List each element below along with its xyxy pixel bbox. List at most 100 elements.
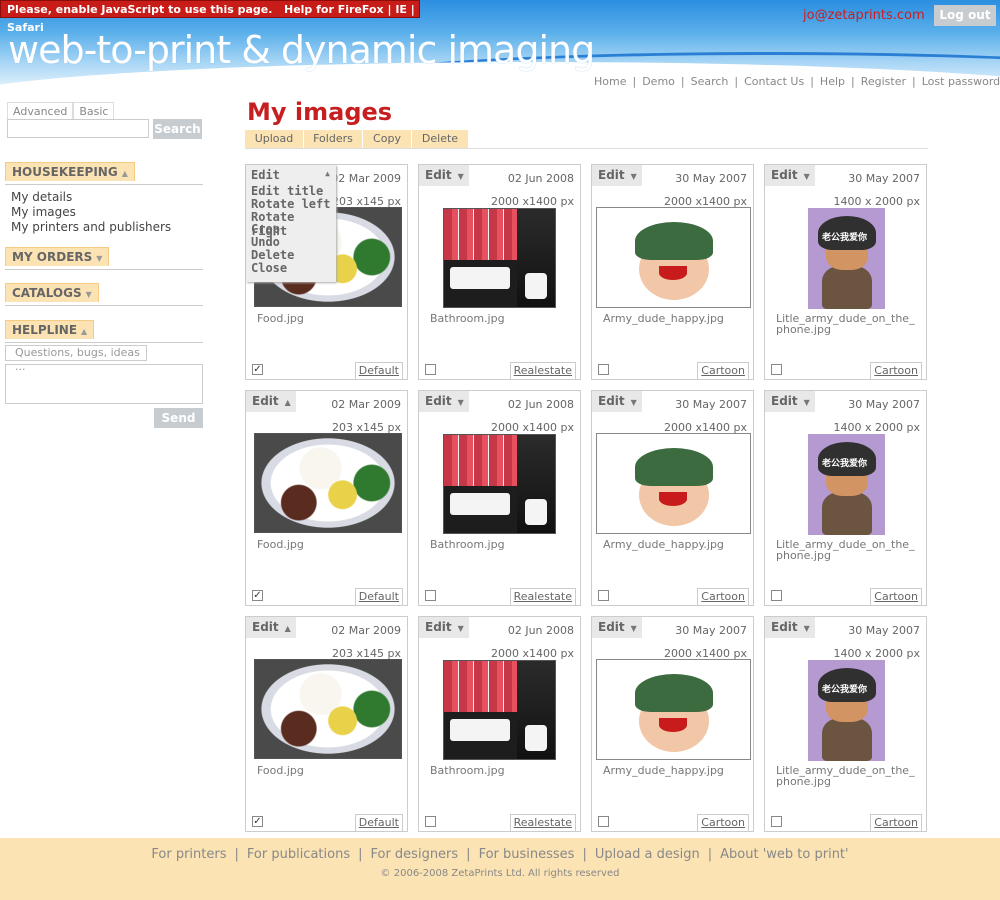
menu-close[interactable]: Close [251,261,287,275]
footer-link-for-designers[interactable]: For designers [370,847,458,862]
section-header-helpline[interactable]: HELPLINE ▲ [5,320,95,339]
edit-button[interactable]: Edit ▼ [765,617,815,638]
image-category-link[interactable]: Cartoon [697,362,749,380]
image-thumbnail[interactable] [596,659,751,760]
image-category-link[interactable]: Cartoon [870,362,922,380]
upload-button[interactable]: Upload [245,130,304,148]
image-select-checkbox[interactable] [425,816,436,827]
image-category-link[interactable]: Default [354,362,403,380]
tab-advanced-search[interactable]: Advanced [7,102,74,120]
ie-help-link[interactable]: IE [395,3,407,16]
edit-button[interactable]: Edit ▼ [592,617,642,638]
image-filename: Food.jpg [257,764,304,777]
menu-edit-title[interactable]: Edit title [251,184,323,198]
footer-separator: | [234,847,239,862]
image-select-checkbox[interactable] [598,590,609,601]
folders-button[interactable]: Folders [304,130,363,148]
send-button[interactable]: Send [154,408,203,428]
image-category-link[interactable]: Default [354,588,403,606]
user-email[interactable]: jo@zetaprints.com [803,8,925,23]
edit-button[interactable]: Edit ▼ [419,165,469,186]
image-select-checkbox[interactable]: ✓ [252,364,263,375]
tab-basic-search[interactable]: Basic [73,102,115,120]
image-thumbnail[interactable]: 老公我爱你 [808,208,885,309]
image-select-checkbox[interactable] [425,590,436,601]
nav-my-details[interactable]: My details [11,190,171,205]
logout-button[interactable]: Log out [934,5,996,26]
image-select-checkbox[interactable] [425,364,436,375]
safari-help-link[interactable]: Safari [7,21,44,34]
image-category-link[interactable]: Default [354,814,403,832]
image-select-checkbox[interactable] [771,364,782,375]
edit-button[interactable]: Edit ▼ [592,165,642,186]
image-select-checkbox[interactable] [598,364,609,375]
footer-link-for-businesses[interactable]: For businesses [479,847,575,862]
top-nav-link-help[interactable]: Help [820,75,845,88]
section-header-housekeeping[interactable]: HOUSEKEEPING ▲ [5,162,135,181]
top-nav-link-lost-password[interactable]: Lost password [922,75,1000,88]
copy-button[interactable]: Copy [363,130,412,148]
image-select-checkbox[interactable] [771,590,782,601]
top-nav-link-contact-us[interactable]: Contact Us [744,75,804,88]
search-button[interactable]: Search [153,119,202,139]
menu-rotate-left[interactable]: Rotate left [251,197,330,211]
image-category-link[interactable]: Cartoon [870,588,922,606]
delete-button[interactable]: Delete [412,130,469,148]
footer-link-about-web-to-print[interactable]: About 'web to print' [720,847,848,862]
edit-menu-header[interactable]: Edit [251,168,280,182]
nav-my-images[interactable]: My images [11,205,171,220]
site-footer: For printers | For publications | For design… [0,838,1000,900]
site-logo[interactable]: web-to-print & dynamic imaging [8,28,595,72]
top-nav-link-home[interactable]: Home [594,75,626,88]
top-nav-link-search[interactable]: Search [691,75,729,88]
section-header-catalogs[interactable]: CATALOGS ▼ [5,283,99,302]
search-input[interactable] [7,119,149,138]
image-select-checkbox[interactable]: ✓ [252,816,263,827]
edit-button[interactable]: Edit ▲ [246,391,296,412]
image-select-checkbox[interactable] [771,816,782,827]
image-thumbnail[interactable] [443,434,556,534]
footer-link-for-printers[interactable]: For printers [151,847,226,862]
edit-button[interactable]: Edit ▲ [246,617,296,638]
menu-undo[interactable]: Undo [251,235,280,249]
image-filename: Litle_army_dude_on_the_phone.jpg [776,764,915,788]
image-thumbnail[interactable] [596,207,751,308]
image-category-link[interactable]: Realestate [509,362,576,380]
image-thumbnail[interactable] [443,660,556,760]
image-thumbnail[interactable]: 老公我爱你 [808,660,885,761]
edit-button[interactable]: Edit ▼ [419,617,469,638]
helpline-subject-input[interactable]: Questions, bugs, ideas ... [5,345,147,373]
bathroom-tub [450,267,510,289]
image-category-link[interactable]: Cartoon [697,588,749,606]
top-nav-link-register[interactable]: Register [861,75,906,88]
image-category-link[interactable]: Realestate [509,588,576,606]
footer-link-upload-a-design[interactable]: Upload a design [595,847,700,862]
section-title: MY ORDERS [12,250,93,264]
menu-delete[interactable]: Delete [251,248,294,262]
image-category-link[interactable]: Cartoon [697,814,749,832]
edit-button[interactable]: Edit ▼ [592,391,642,412]
edit-label: Edit [771,620,798,634]
triangle-down-icon: ▼ [630,624,637,633]
section-header-my-orders[interactable]: MY ORDERS ▼ [5,247,110,266]
image-thumbnail[interactable] [596,433,751,534]
top-nav-link-demo[interactable]: Demo [642,75,675,88]
image-select-checkbox[interactable]: ✓ [252,590,263,601]
image-date: 30 May 2007 [675,624,747,637]
edit-button[interactable]: Edit ▼ [419,391,469,412]
firefox-help-link[interactable]: Help for FireFox [284,3,384,16]
image-thumbnail[interactable] [443,208,556,308]
menu-crop[interactable]: Crop [251,222,280,236]
image-thumbnail[interactable]: 老公我爱你 [808,434,885,535]
edit-button[interactable]: Edit ▼ [765,165,815,186]
helpline-message-textarea[interactable] [5,364,203,404]
image-category-link[interactable]: Realestate [509,814,576,832]
image-select-checkbox[interactable] [598,816,609,827]
image-thumbnail[interactable] [254,433,402,533]
image-category-link[interactable]: Cartoon [870,814,922,832]
nav-my-printers[interactable]: My printers and publishers [11,220,171,235]
edit-button[interactable]: Edit ▼ [765,391,815,412]
image-thumbnail[interactable] [254,659,402,759]
footer-link-for-publications[interactable]: For publications [247,847,350,862]
top-nav-separator: | [810,75,814,88]
